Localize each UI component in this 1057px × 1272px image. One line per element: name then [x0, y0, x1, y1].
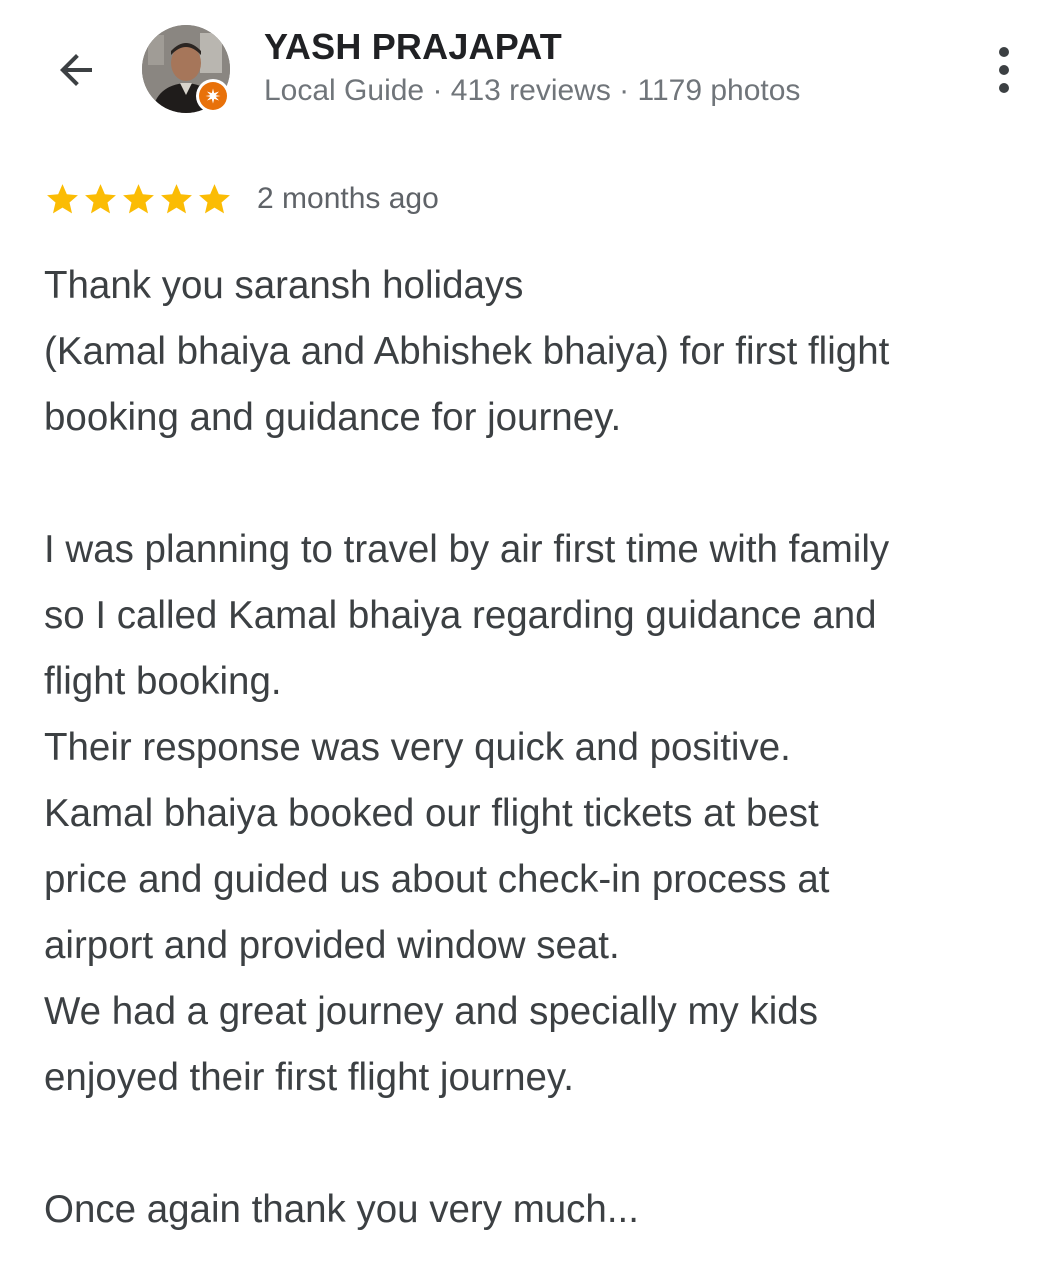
review-line: I was planning to travel by air first ti…: [44, 528, 890, 571]
review-header: YASH PRAJAPAT Local Guide · 413 reviews …: [0, 0, 1057, 140]
reviewer-name[interactable]: YASH PRAJAPAT: [264, 26, 562, 68]
review-line: We had a great journey and specially my …: [44, 990, 818, 1033]
star-filled-icon: [47, 183, 78, 213]
reviewer-meta: Local Guide · 413 reviews · 1179 photos: [264, 74, 801, 107]
review-line: Once again thank you very much...: [44, 1188, 639, 1231]
local-guide-badge: [196, 79, 230, 113]
review-line: price and guided us about check-in proce…: [44, 858, 830, 901]
star-filled-icon: [161, 183, 192, 213]
star-filled-icon: [199, 183, 230, 213]
review-text: Thank you saransh holidays (Kamal bhaiya…: [44, 253, 1044, 1243]
star-filled-icon: [85, 183, 116, 213]
review-line: Kamal bhaiya booked our flight tickets a…: [44, 792, 819, 835]
review-line: enjoyed their first flight journey.: [44, 1056, 574, 1099]
review-line: flight booking.: [44, 660, 282, 703]
rating-row: 2 months ago: [44, 176, 439, 222]
local-guide-badge-icon: [205, 88, 221, 104]
avatar[interactable]: [142, 25, 230, 113]
star-rating: [44, 181, 233, 218]
more-vert-icon: [999, 47, 1009, 57]
review-line: Their response was very quick and positi…: [44, 726, 791, 769]
review-line: so I called Kamal bhaiya regarding guida…: [44, 594, 877, 637]
review-line: Thank you saransh holidays: [44, 264, 524, 307]
review-line: airport and provided window seat.: [44, 924, 620, 967]
review-line: booking and guidance for journey.: [44, 396, 622, 439]
arrow-left-icon: [60, 54, 92, 86]
more-options-button[interactable]: [980, 40, 1028, 100]
review-line: (Kamal bhaiya and Abhishek bhaiya) for f…: [44, 330, 890, 373]
review-date: 2 months ago: [257, 182, 439, 215]
back-button[interactable]: [44, 38, 108, 102]
star-filled-icon: [123, 183, 154, 213]
